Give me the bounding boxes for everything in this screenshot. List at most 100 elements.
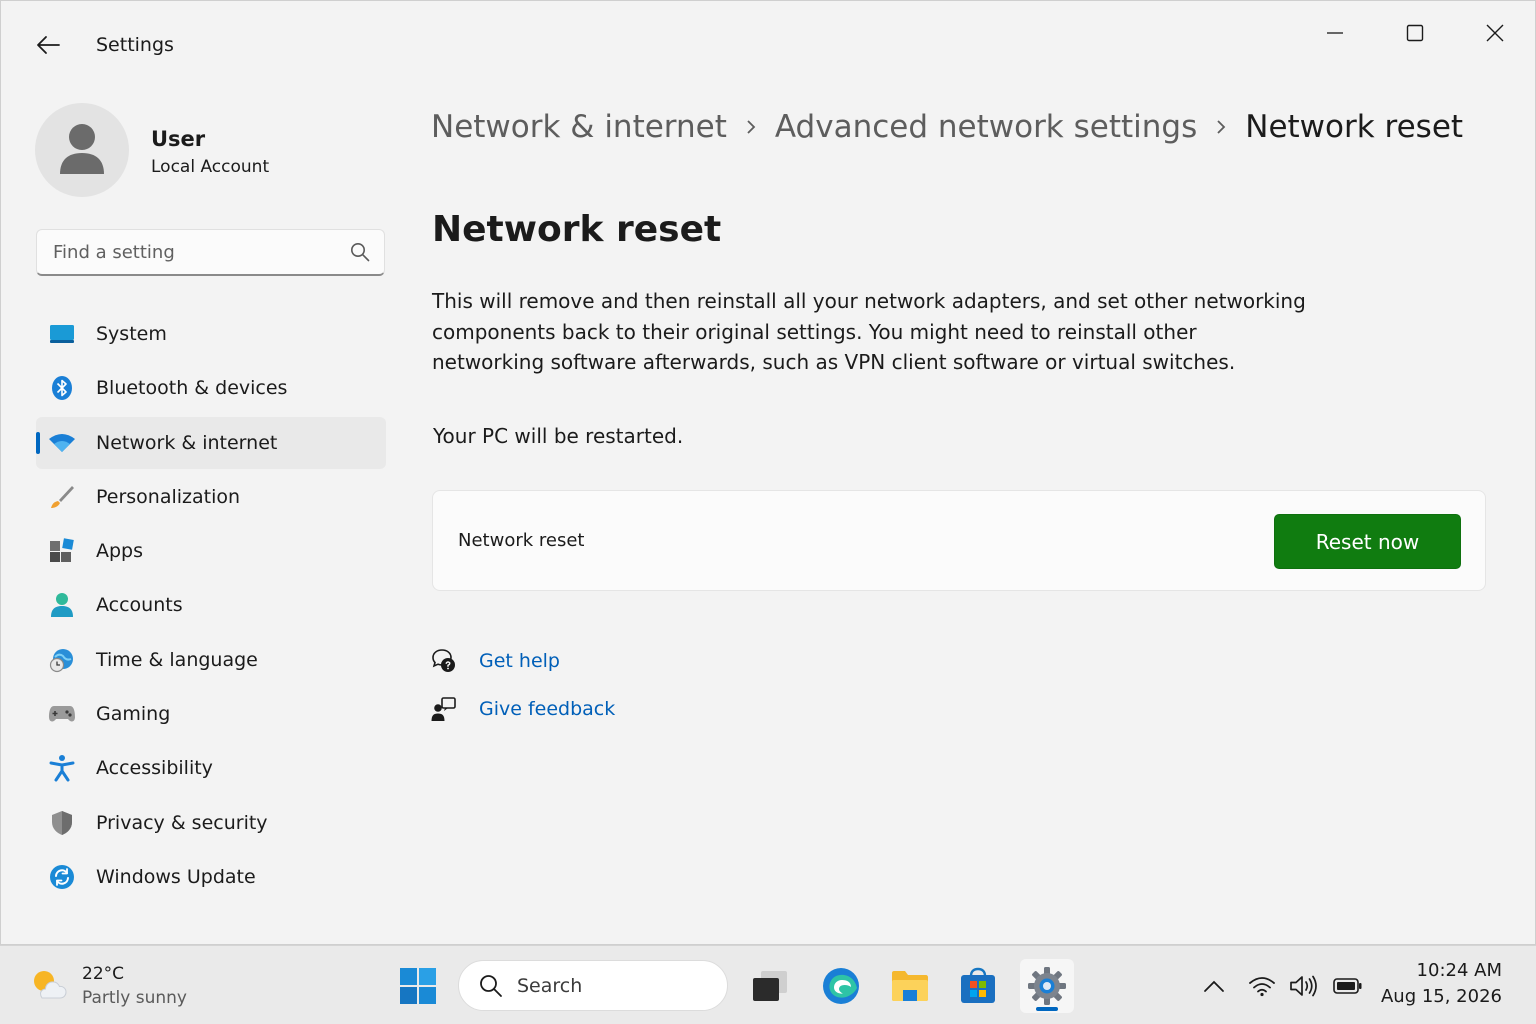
speaker-icon bbox=[1290, 975, 1317, 997]
breadcrumb: Network & internet Advanced network sett… bbox=[431, 105, 1463, 149]
user-profile[interactable]: User Local Account bbox=[35, 103, 385, 197]
sidebar-item-gaming[interactable]: Gaming bbox=[36, 688, 386, 740]
sidebar-nav: System Bluetooth & devices Network & int… bbox=[36, 308, 386, 905]
back-button[interactable] bbox=[29, 27, 67, 63]
task-view-button[interactable] bbox=[743, 959, 797, 1013]
sidebar-item-bluetooth[interactable]: Bluetooth & devices bbox=[36, 362, 386, 414]
reset-description: This will remove and then reinstall all … bbox=[432, 289, 1306, 374]
get-help-link[interactable]: Get help bbox=[431, 646, 560, 676]
minimize-icon bbox=[1327, 32, 1343, 34]
avatar bbox=[35, 103, 129, 197]
sidebar-item-label: Gaming bbox=[96, 703, 171, 726]
title-bar: Settings bbox=[1, 1, 1535, 89]
reset-now-button[interactable]: Reset now bbox=[1274, 514, 1461, 569]
settings-window: Settings User Local Account Find a setti… bbox=[0, 0, 1536, 945]
battery-icon bbox=[1333, 978, 1362, 994]
arrow-left-icon bbox=[37, 36, 60, 54]
chevron-up-icon bbox=[1204, 980, 1224, 992]
help-chat-icon bbox=[431, 648, 457, 674]
give-feedback-link[interactable]: Give feedback bbox=[431, 694, 615, 724]
edge-browser-button[interactable] bbox=[814, 959, 868, 1013]
feedback-icon bbox=[431, 696, 457, 722]
active-app-indicator bbox=[1036, 1007, 1058, 1011]
store-icon bbox=[961, 967, 995, 1003]
sidebar-item-privacy-security[interactable]: Privacy & security bbox=[36, 797, 386, 849]
sidebar-item-windows-update[interactable]: Windows Update bbox=[36, 851, 386, 903]
search-input[interactable] bbox=[53, 241, 350, 263]
brush-icon bbox=[48, 483, 76, 511]
sidebar-item-personalization[interactable]: Personalization bbox=[36, 471, 386, 523]
weather-temperature: 22°C bbox=[82, 964, 125, 984]
search-icon bbox=[351, 243, 370, 262]
update-icon bbox=[48, 863, 76, 891]
breadcrumb-network-reset: Network reset bbox=[1245, 109, 1464, 145]
accessibility-icon bbox=[48, 754, 76, 782]
wifi-icon bbox=[48, 429, 76, 457]
maximize-icon bbox=[1406, 24, 1424, 42]
wifi-icon bbox=[1249, 977, 1275, 997]
sidebar-item-time-language[interactable]: Time & language bbox=[36, 634, 386, 686]
find-setting-search[interactable] bbox=[36, 229, 385, 276]
weather-condition: Partly sunny bbox=[82, 988, 187, 1008]
person-icon bbox=[60, 124, 104, 174]
maximize-button[interactable] bbox=[1385, 11, 1445, 55]
clock-date: Aug 15, 2026 bbox=[1380, 986, 1502, 1007]
weather-widget[interactable]: 22°C Partly sunny bbox=[28, 960, 187, 1012]
accounts-icon bbox=[48, 591, 76, 619]
app-title: Settings bbox=[96, 34, 174, 56]
close-icon bbox=[1486, 24, 1504, 42]
sidebar-item-label: Accounts bbox=[96, 594, 183, 617]
task-view-icon bbox=[753, 971, 787, 1001]
sidebar-item-label: Personalization bbox=[96, 485, 241, 508]
clock[interactable]: 10:24 AM Aug 15, 2026 bbox=[1381, 960, 1502, 1007]
apps-icon bbox=[48, 537, 76, 565]
sidebar-item-label: Windows Update bbox=[96, 865, 256, 888]
give-feedback-label: Give feedback bbox=[479, 698, 616, 720]
sidebar-item-label: Accessibility bbox=[96, 757, 213, 780]
close-button[interactable] bbox=[1465, 11, 1525, 55]
sidebar-item-label: Apps bbox=[96, 540, 144, 563]
windows-logo-icon bbox=[400, 968, 436, 1004]
sidebar-item-label: Bluetooth & devices bbox=[96, 377, 288, 400]
start-button[interactable] bbox=[391, 959, 445, 1013]
sidebar-item-label: Privacy & security bbox=[96, 811, 268, 834]
microsoft-store-button[interactable] bbox=[951, 959, 1005, 1013]
chevron-right-icon bbox=[1215, 119, 1227, 135]
sidebar-item-system[interactable]: System bbox=[36, 308, 386, 360]
restart-note: Your PC will be restarted. bbox=[433, 424, 684, 448]
clock-time: 10:24 AM bbox=[1416, 960, 1502, 981]
breadcrumb-network-internet[interactable]: Network & internet bbox=[431, 109, 727, 145]
search-icon bbox=[480, 974, 502, 997]
shield-icon bbox=[48, 809, 76, 837]
sidebar-item-apps[interactable]: Apps bbox=[36, 525, 386, 577]
battery-button[interactable] bbox=[1330, 968, 1366, 1004]
gear-icon bbox=[1028, 967, 1066, 1005]
system-icon bbox=[48, 320, 76, 348]
sidebar-item-network[interactable]: Network & internet bbox=[36, 416, 386, 469]
get-help-label: Get help bbox=[479, 650, 560, 672]
bluetooth-icon bbox=[48, 374, 76, 402]
sidebar-item-label: System bbox=[96, 323, 167, 345]
network-status-button[interactable] bbox=[1244, 968, 1280, 1004]
settings-app-button[interactable] bbox=[1020, 959, 1074, 1013]
show-hidden-icons-button[interactable] bbox=[1196, 968, 1232, 1004]
gamepad-icon bbox=[48, 700, 76, 728]
sidebar-item-accessibility[interactable]: Accessibility bbox=[36, 742, 386, 794]
network-reset-card: Network reset Reset now bbox=[432, 490, 1486, 591]
taskbar-search[interactable]: Search bbox=[458, 960, 728, 1011]
sidebar-item-label: Network & internet bbox=[96, 431, 278, 454]
minimize-button[interactable] bbox=[1305, 11, 1365, 55]
sidebar-item-accounts[interactable]: Accounts bbox=[36, 579, 386, 631]
file-explorer-button[interactable] bbox=[883, 959, 937, 1013]
partly-sunny-icon bbox=[28, 964, 68, 1008]
taskbar: 22°C Partly sunny Search 10:24 AM Aug 15… bbox=[0, 945, 1536, 1024]
profile-account-type: Local Account bbox=[151, 157, 270, 177]
breadcrumb-advanced-network-settings[interactable]: Advanced network settings bbox=[775, 109, 1197, 145]
page-title: Network reset bbox=[432, 209, 722, 250]
chevron-right-icon bbox=[745, 119, 757, 135]
folder-icon bbox=[892, 971, 928, 1001]
sidebar-item-label: Time & language bbox=[96, 648, 258, 671]
volume-button[interactable] bbox=[1286, 968, 1322, 1004]
card-label: Network reset bbox=[458, 530, 585, 551]
profile-name: User bbox=[151, 127, 206, 151]
